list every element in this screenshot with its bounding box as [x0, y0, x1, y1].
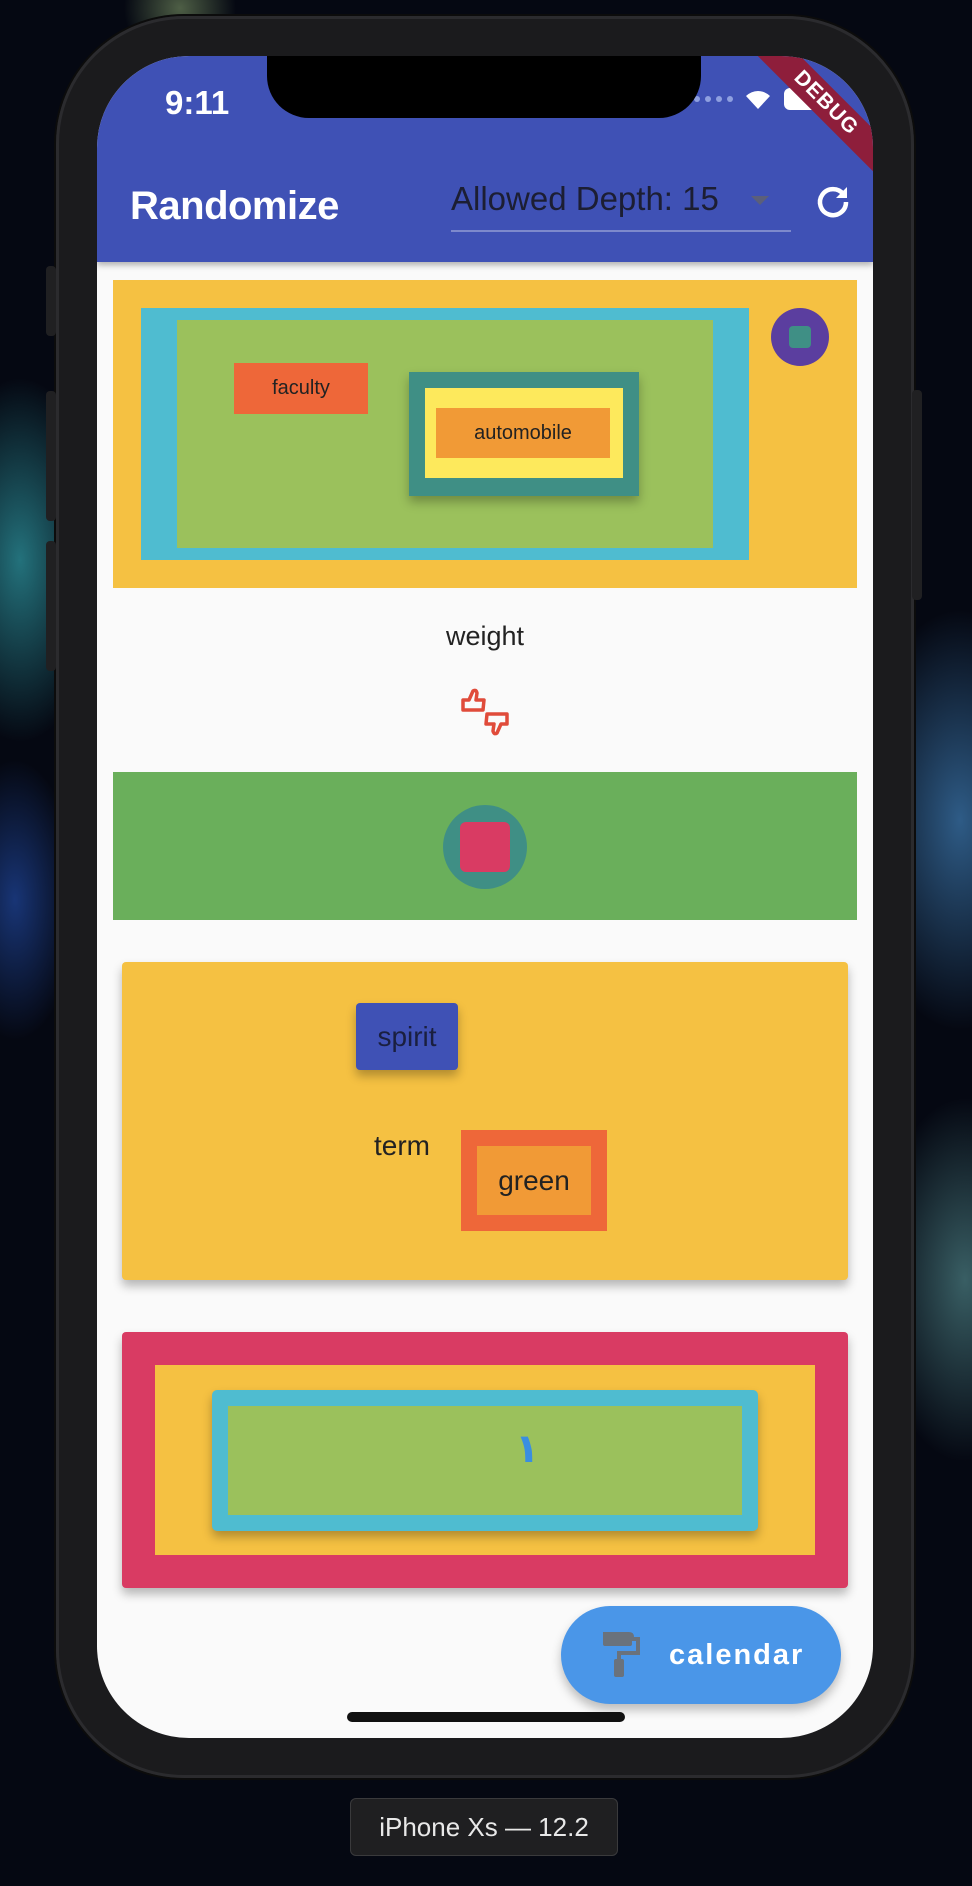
status-time: 9:11 — [165, 84, 230, 121]
cyan-frame: faculty automobile — [141, 308, 749, 560]
mute-switch — [46, 266, 56, 336]
arabic-digit-glyph: ١ — [515, 1426, 540, 1472]
random-block-5: ١ — [122, 1332, 848, 1588]
home-indicator[interactable] — [347, 1712, 625, 1722]
power-button — [912, 390, 922, 600]
dropdown-label: Allowed Depth: 15 — [451, 180, 719, 217]
device-screen: DEBUG 9:11 Randomize Allowed Depth: 15 f… — [97, 56, 873, 1738]
app-title: Randomize — [130, 184, 339, 228]
wifi-icon — [746, 91, 770, 109]
simulator-device-label: iPhone Xs — 12.2 — [350, 1798, 618, 1856]
random-block-3 — [113, 772, 857, 920]
green-panel: faculty automobile — [177, 320, 713, 548]
cyan-card: ١ — [212, 1390, 758, 1531]
yellow-box: automobile — [425, 388, 623, 478]
calendar-fab[interactable]: calendar — [561, 1606, 841, 1704]
spirit-chip[interactable]: spirit — [356, 1003, 458, 1070]
refresh-icon[interactable] — [813, 182, 853, 222]
green-frame: green — [461, 1130, 607, 1231]
volume-down-button — [46, 541, 56, 671]
paint-roller-icon — [603, 1632, 640, 1677]
random-block-4: spirit term green — [122, 962, 848, 1280]
notch — [267, 56, 701, 118]
faculty-label: faculty — [234, 363, 368, 414]
fab-label: calendar — [669, 1638, 805, 1671]
green-label: green — [477, 1146, 591, 1215]
teal-circle — [443, 805, 527, 889]
thumbs-up-down-icon — [461, 688, 509, 736]
signal-icon — [694, 96, 733, 102]
amber-panel: ١ — [155, 1365, 815, 1555]
allowed-depth-dropdown[interactable]: Allowed Depth: 15 — [451, 174, 791, 232]
term-label: term — [374, 1130, 430, 1161]
teal-square — [789, 326, 811, 348]
light-green-panel: ١ — [228, 1406, 742, 1515]
teal-card: automobile — [409, 372, 639, 496]
circle-badge — [771, 308, 829, 366]
random-block-1: faculty automobile — [113, 280, 857, 588]
pink-square — [460, 822, 510, 872]
automobile-label: automobile — [436, 408, 610, 458]
chevron-down-icon — [751, 196, 769, 205]
volume-up-button — [46, 391, 56, 521]
weight-label: weight — [445, 620, 525, 651]
